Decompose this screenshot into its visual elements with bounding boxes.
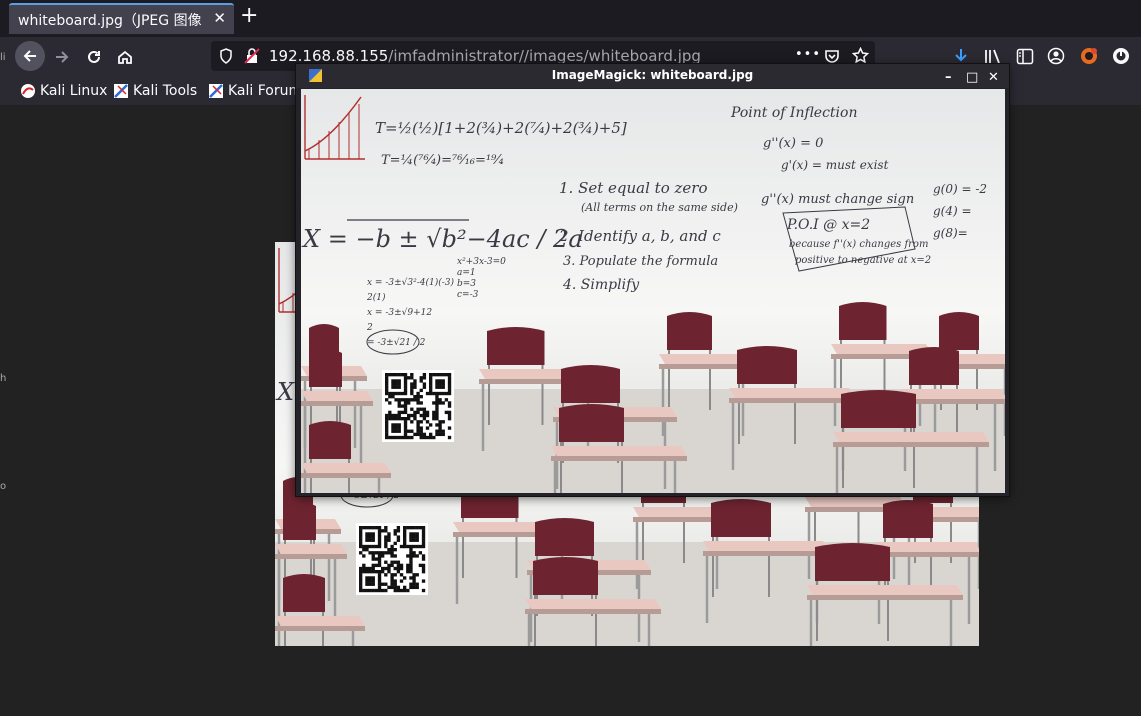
shield-icon: [220, 48, 232, 64]
qr-code: [356, 523, 428, 595]
poi-line: g''(x) must change sign: [761, 192, 914, 207]
power-icon[interactable]: [1112, 47, 1130, 65]
step-1: 1. Set equal to zero: [559, 179, 707, 197]
pocket-icon: [825, 50, 839, 63]
step-1-note: (All terms on the same side): [581, 201, 738, 214]
imagemagick-image-whiteboard: T=½(½)[1+2(¾)+2(⁷⁄₄)+2(¾)+5] T=¼(⁷⁶⁄₄)=⁷⁶…: [301, 89, 1005, 493]
small-equation: x²+3x-3=0: [457, 257, 506, 267]
bookmark-kali-forum[interactable]: Kali Forum: [208, 81, 302, 101]
bookmark-kali-linux[interactable]: Kali Linux: [20, 81, 107, 101]
kali-tools-icon: [114, 84, 128, 98]
far-right-equation: g(0) = -2: [933, 182, 987, 196]
url-host: 192.168.88.155: [269, 47, 389, 65]
poi-line: P.O.I @ x=2: [786, 217, 870, 233]
small-equation: b=3: [457, 279, 476, 289]
poi-line: positive to negative at x=2: [795, 255, 931, 266]
poi-line: g''(x) = 0: [763, 136, 823, 151]
far-right-equation: g(8)=: [933, 226, 968, 240]
tab-title: whiteboard.jpg（JPEG 图像: [18, 13, 202, 29]
far-right-equation: g(4) =: [933, 204, 972, 218]
imagemagick-title: ImageMagick: whiteboard.jpg: [551, 68, 754, 82]
bookmark-kali-tools[interactable]: Kali Tools: [113, 81, 197, 101]
quadratic-work: x = -3±√3²-4(1)(-3): [367, 277, 455, 288]
quadratic-formula: X = −b ± √b²−4ac / 2a: [301, 225, 583, 253]
small-equation: a=1: [457, 268, 476, 278]
bookmark-star-icon: [852, 47, 869, 64]
reload-button[interactable]: [81, 44, 107, 70]
step-2: 2. Identify a, b, and c: [558, 227, 721, 245]
forward-button[interactable]: [49, 44, 75, 70]
qr-code: [382, 370, 454, 442]
quadratic-work: x = -3±√9+12: [367, 307, 432, 318]
tab-close-icon[interactable]: ✕: [213, 9, 226, 27]
insecure-lock-icon: [244, 48, 260, 64]
trapezoid-formula: T=½(½)[1+2(¾)+2(⁷⁄₄)+2(¾)+5]: [375, 119, 627, 137]
sidebar-icon[interactable]: [1016, 48, 1034, 65]
url-text: 192.168.88.155/imfadministrator//images/…: [269, 47, 701, 65]
small-equation: c=-3: [457, 290, 479, 300]
minimize-button[interactable]: –: [945, 67, 952, 89]
reload-icon: [88, 50, 100, 63]
home-button[interactable]: [112, 44, 138, 70]
maximize-button[interactable]: □: [966, 67, 978, 89]
kali-dragon-icon: [21, 84, 35, 98]
library-icon[interactable]: [984, 48, 1002, 65]
url-path: /imfadministrator//images/whiteboard.jpg: [388, 47, 701, 65]
left-edge-text: o: [0, 481, 7, 492]
kali-forum-icon: [209, 84, 223, 98]
back-button[interactable]: [15, 41, 45, 71]
imagemagick-titlebar[interactable]: ImageMagick: whiteboard.jpg – □ ✕: [296, 64, 1009, 88]
active-tab[interactable]: whiteboard.jpg（JPEG 图像 ✕: [9, 3, 234, 34]
left-edge-text: h: [0, 373, 7, 384]
home-icon: [118, 50, 132, 64]
arrow-right-icon: [56, 51, 69, 63]
quadratic-work: 2: [366, 323, 373, 333]
imagemagick-window[interactable]: ImageMagick: whiteboard.jpg – □ ✕ T=½(½)…: [296, 64, 1009, 496]
bookmark-label: Kali Tools: [133, 83, 198, 99]
step-4: 4. Simplify: [562, 277, 640, 293]
tab-strip: whiteboard.jpg（JPEG 图像 ✕ +: [0, 0, 1141, 37]
bookmark-label: Kali Forum: [228, 83, 303, 99]
extension-icon[interactable]: [1079, 46, 1099, 66]
arrow-left-icon: [23, 50, 36, 62]
poi-line: because f''(x) changes from: [789, 239, 928, 250]
bookmark-label: Kali Linux: [40, 83, 108, 99]
close-button[interactable]: ✕: [988, 67, 999, 89]
step-3: 3. Populate the formula: [563, 254, 718, 269]
left-edge-text: li: [0, 52, 6, 63]
trapezoid-result: T=¼(⁷⁶⁄₄)=⁷⁶⁄₁₆=¹⁹⁄₄: [381, 153, 504, 168]
poi-title: Point of Inflection: [730, 105, 857, 121]
page-actions-button[interactable]: •••: [795, 47, 821, 62]
quadratic-work: 2(1): [366, 292, 386, 303]
poi-line: g'(x) = must exist: [781, 158, 889, 172]
account-icon[interactable]: [1047, 47, 1065, 65]
imagemagick-app-icon: [309, 69, 322, 82]
new-tab-button[interactable]: +: [240, 5, 258, 27]
